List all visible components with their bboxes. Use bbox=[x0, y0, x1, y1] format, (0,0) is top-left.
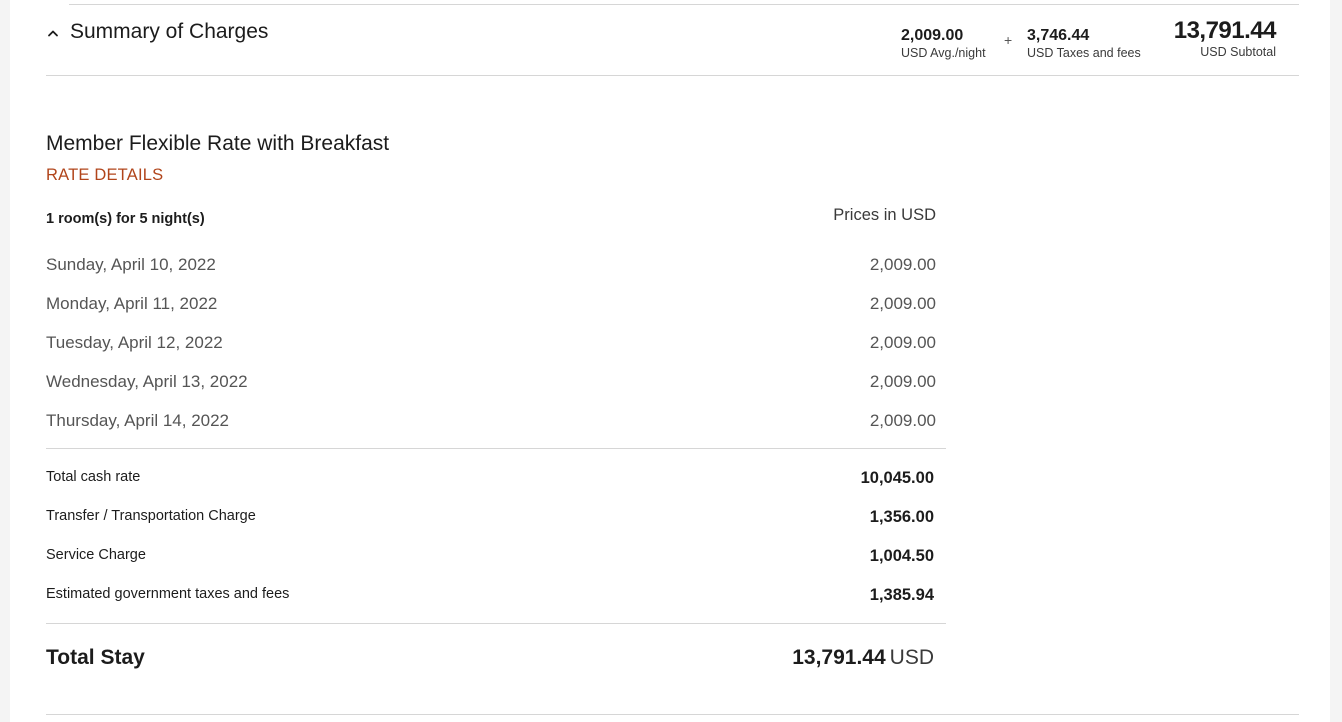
night-amount: 2,009.00 bbox=[869, 372, 936, 391]
rate-name: Member Flexible Rate with Breakfast bbox=[46, 132, 390, 155]
taxes-block: 3,746.44 USD Taxes and fees bbox=[1027, 27, 1141, 61]
charge-row-gov-taxes: Estimated government taxes and fees 1,38… bbox=[46, 584, 934, 604]
total-stay-currency: USD bbox=[889, 646, 934, 669]
night-amount: 2,009.00 bbox=[869, 255, 936, 274]
charge-label: Service Charge bbox=[46, 547, 146, 563]
subtotal-block: 13,791.44 USD Subtotal bbox=[1173, 17, 1277, 60]
summary-divider bbox=[46, 75, 1299, 76]
total-stay-row: Total Stay 13,791.44 USD bbox=[46, 646, 934, 670]
bottom-divider bbox=[46, 714, 1299, 715]
night-row: Monday, April 11, 2022 2,009.00 bbox=[46, 294, 936, 314]
chevron-up-icon bbox=[46, 26, 60, 40]
total-stay-value: 13,791.44 bbox=[792, 646, 886, 669]
prices-currency: Prices in USD bbox=[833, 206, 936, 224]
night-amount: 2,009.00 bbox=[869, 411, 936, 430]
charge-label: Transfer / Transportation Charge bbox=[46, 508, 256, 524]
taxes-value: 3,746.44 bbox=[1027, 27, 1090, 44]
nights-divider bbox=[46, 448, 946, 449]
charges-divider bbox=[46, 623, 946, 624]
night-row: Thursday, April 14, 2022 2,009.00 bbox=[46, 411, 936, 431]
night-row: Wednesday, April 13, 2022 2,009.00 bbox=[46, 372, 936, 392]
charge-label: Total cash rate bbox=[46, 469, 141, 485]
night-amount: 2,009.00 bbox=[869, 294, 936, 313]
avg-night-label: USD Avg./night bbox=[901, 46, 986, 60]
avg-night-value: 2,009.00 bbox=[901, 27, 964, 44]
night-date: Tuesday, April 12, 2022 bbox=[46, 333, 223, 352]
rate-details-link[interactable]: RATE DETAILS bbox=[46, 166, 163, 185]
rooms-nights: 1 room(s) for 5 night(s) bbox=[46, 211, 205, 227]
total-stay-label: Total Stay bbox=[46, 646, 145, 669]
night-row: Sunday, April 10, 2022 2,009.00 bbox=[46, 255, 936, 275]
top-divider bbox=[69, 4, 1299, 5]
summary-title: Summary of Charges bbox=[70, 20, 269, 43]
subtotal-value: 13,791.44 bbox=[1173, 17, 1277, 44]
avg-night-block: 2,009.00 USD Avg./night bbox=[901, 27, 986, 61]
plus-sign: + bbox=[1004, 32, 1013, 48]
charge-label: Estimated government taxes and fees bbox=[46, 586, 290, 602]
charge-amount: 10,045.00 bbox=[860, 469, 934, 487]
night-date: Sunday, April 10, 2022 bbox=[46, 255, 216, 274]
charge-amount: 1,356.00 bbox=[869, 508, 934, 526]
night-amount: 2,009.00 bbox=[869, 333, 936, 352]
charges-panel: Summary of Charges 2,009.00 USD Avg./nig… bbox=[10, 0, 1330, 722]
total-stay-amount: 13,791.44 USD bbox=[792, 646, 934, 670]
charge-row-total-cash-rate: Total cash rate 10,045.00 bbox=[46, 467, 934, 487]
night-date: Thursday, April 14, 2022 bbox=[46, 411, 230, 430]
night-row: Tuesday, April 12, 2022 2,009.00 bbox=[46, 333, 936, 353]
charge-amount: 1,385.94 bbox=[869, 586, 934, 604]
charge-amount: 1,004.50 bbox=[869, 547, 934, 565]
subtotal-label: USD Subtotal bbox=[1200, 45, 1276, 59]
night-date: Wednesday, April 13, 2022 bbox=[46, 372, 248, 391]
taxes-label: USD Taxes and fees bbox=[1027, 46, 1141, 60]
summary-toggle[interactable]: Summary of Charges bbox=[46, 20, 268, 44]
charge-row-service: Service Charge 1,004.50 bbox=[46, 545, 934, 565]
night-date: Monday, April 11, 2022 bbox=[46, 294, 218, 313]
charge-row-transfer: Transfer / Transportation Charge 1,356.0… bbox=[46, 506, 934, 526]
